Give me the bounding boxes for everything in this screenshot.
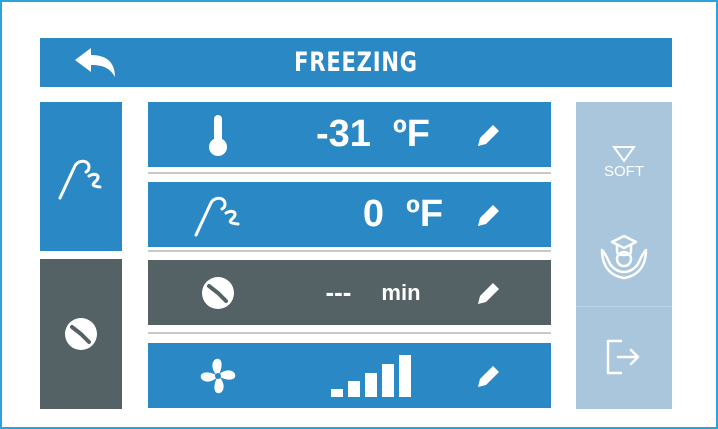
probe-unit: ºF (406, 193, 444, 235)
triangle-down-icon (612, 145, 636, 163)
page-title: FREEZING (294, 47, 418, 78)
row-fan-speed[interactable] (148, 343, 551, 408)
back-button[interactable] (40, 38, 152, 87)
pencil-icon (478, 204, 499, 226)
teach-mode-button[interactable] (576, 214, 672, 300)
time-unit: min (381, 279, 421, 305)
back-arrow-icon (75, 47, 115, 77)
row-cabinet-temperature[interactable]: -31 ºF (148, 102, 551, 167)
row-time[interactable]: --- min (148, 260, 551, 325)
row-divider (148, 250, 551, 252)
row-divider (148, 172, 551, 174)
edit-time-button[interactable] (469, 260, 509, 325)
pencil-icon (478, 282, 499, 304)
exit-icon (606, 339, 640, 375)
sidebar-item-timer[interactable] (40, 259, 122, 409)
right-panel: SOFT (576, 102, 672, 409)
probe-value: 0 (362, 193, 385, 235)
clock-icon (65, 318, 97, 350)
probe-icon (194, 196, 240, 236)
edit-fan-button[interactable] (469, 343, 509, 408)
header-bar: FREEZING (40, 38, 672, 87)
soft-mode-button[interactable]: SOFT (576, 122, 672, 202)
soft-label: SOFT (604, 162, 644, 180)
fan-speed-bars (331, 354, 411, 397)
fan-icon (200, 358, 236, 393)
thermometer-icon (209, 114, 227, 156)
graduate-hands-icon (600, 234, 648, 280)
panel-divider (576, 306, 672, 307)
pencil-icon (478, 124, 499, 146)
probe-icon (58, 159, 102, 199)
sidebar-item-probe[interactable] (40, 102, 122, 251)
temperature-unit: ºF (392, 113, 430, 155)
time-value: --- (325, 277, 352, 307)
clock-icon (202, 276, 234, 309)
edit-probe-button[interactable] (469, 182, 509, 247)
app-frame: FREEZING -31 ºF 0 ºF --- min SOFT (0, 0, 718, 429)
edit-temperature-button[interactable] (469, 102, 509, 167)
temperature-value: -31 (315, 113, 371, 155)
row-divider (148, 332, 551, 334)
exit-button[interactable] (576, 312, 672, 402)
row-probe-temperature[interactable]: 0 ºF (148, 182, 551, 247)
pencil-icon (478, 365, 499, 387)
